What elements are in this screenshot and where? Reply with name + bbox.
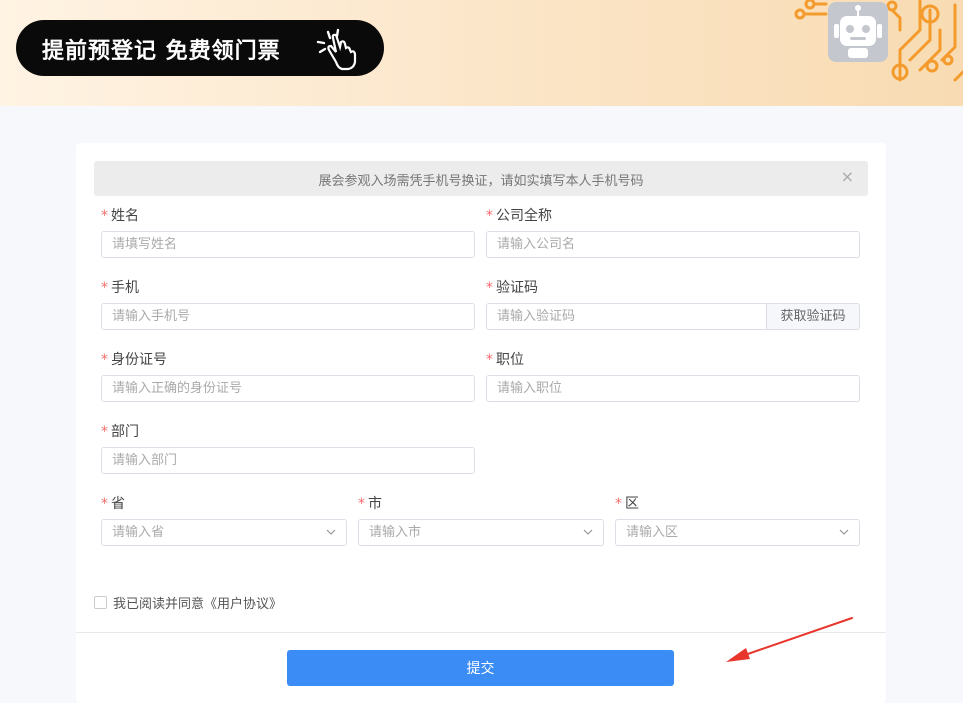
city-label-text: 市 — [368, 496, 382, 512]
phone-label: * 手机 — [101, 277, 139, 297]
click-hand-icon — [316, 28, 357, 71]
department-label: * 部门 — [101, 421, 139, 441]
code-input[interactable] — [486, 303, 767, 330]
chevron-down-icon — [583, 529, 593, 535]
robot-icon — [828, 2, 888, 62]
annotation-arrow-icon — [726, 617, 853, 662]
position-input[interactable] — [486, 375, 860, 402]
company-label-text: 公司全称 — [496, 208, 552, 224]
agreement-row[interactable]: 我已阅读并同意《用户协议》 — [94, 593, 282, 612]
required-mark: * — [615, 496, 622, 512]
notice-bar: 展会参观入场需凭手机号换证，请如实填写本人手机号码 × — [94, 161, 868, 196]
city-label: * 市 — [358, 493, 382, 513]
name-input[interactable] — [101, 231, 475, 258]
banner-title: 提前预登记 免费领门票 — [42, 39, 281, 64]
required-mark: * — [358, 496, 365, 512]
required-mark: * — [486, 352, 493, 368]
position-label: * 职位 — [486, 349, 524, 369]
district-select[interactable] — [615, 519, 860, 546]
code-label: * 验证码 — [486, 277, 538, 297]
province-input[interactable] — [101, 519, 347, 546]
province-label: * 省 — [101, 493, 125, 513]
phone-input[interactable] — [101, 303, 475, 330]
chevron-down-icon — [326, 529, 336, 535]
phone-label-text: 手机 — [111, 280, 139, 296]
district-label: * 区 — [615, 493, 639, 513]
required-mark: * — [486, 280, 493, 296]
province-label-text: 省 — [111, 496, 125, 512]
required-mark: * — [101, 424, 108, 440]
get-code-button[interactable]: 获取验证码 — [767, 303, 860, 330]
header-banner: 提前预登记 免费领门票 — [0, 0, 963, 106]
notice-text: 展会参观入场需凭手机号换证，请如实填写本人手机号码 — [318, 174, 644, 189]
close-icon[interactable]: × — [841, 169, 854, 185]
name-label: * 姓名 — [101, 205, 139, 225]
id-card-label-text: 身份证号 — [111, 352, 167, 368]
submit-button[interactable]: 提交 — [287, 650, 674, 686]
city-input[interactable] — [358, 519, 604, 546]
required-mark: * — [101, 208, 108, 224]
required-mark: * — [101, 352, 108, 368]
city-select[interactable] — [358, 519, 604, 546]
department-input[interactable] — [101, 447, 475, 474]
company-label: * 公司全称 — [486, 205, 552, 225]
company-input[interactable] — [486, 231, 860, 258]
banner-pill: 提前预登记 免费领门票 — [16, 20, 384, 76]
department-label-text: 部门 — [111, 424, 139, 440]
chevron-down-icon — [839, 529, 849, 535]
required-mark: * — [101, 280, 108, 296]
required-mark: * — [101, 496, 108, 512]
province-select[interactable] — [101, 519, 347, 546]
agreement-checkbox[interactable] — [94, 596, 107, 609]
id-card-input[interactable] — [101, 375, 475, 402]
agreement-text[interactable]: 我已阅读并同意《用户协议》 — [113, 597, 282, 612]
id-card-label: * 身份证号 — [101, 349, 167, 369]
position-label-text: 职位 — [496, 352, 524, 368]
district-input[interactable] — [615, 519, 860, 546]
district-label-text: 区 — [625, 496, 639, 512]
name-label-text: 姓名 — [111, 208, 139, 224]
code-label-text: 验证码 — [496, 280, 538, 296]
required-mark: * — [486, 208, 493, 224]
